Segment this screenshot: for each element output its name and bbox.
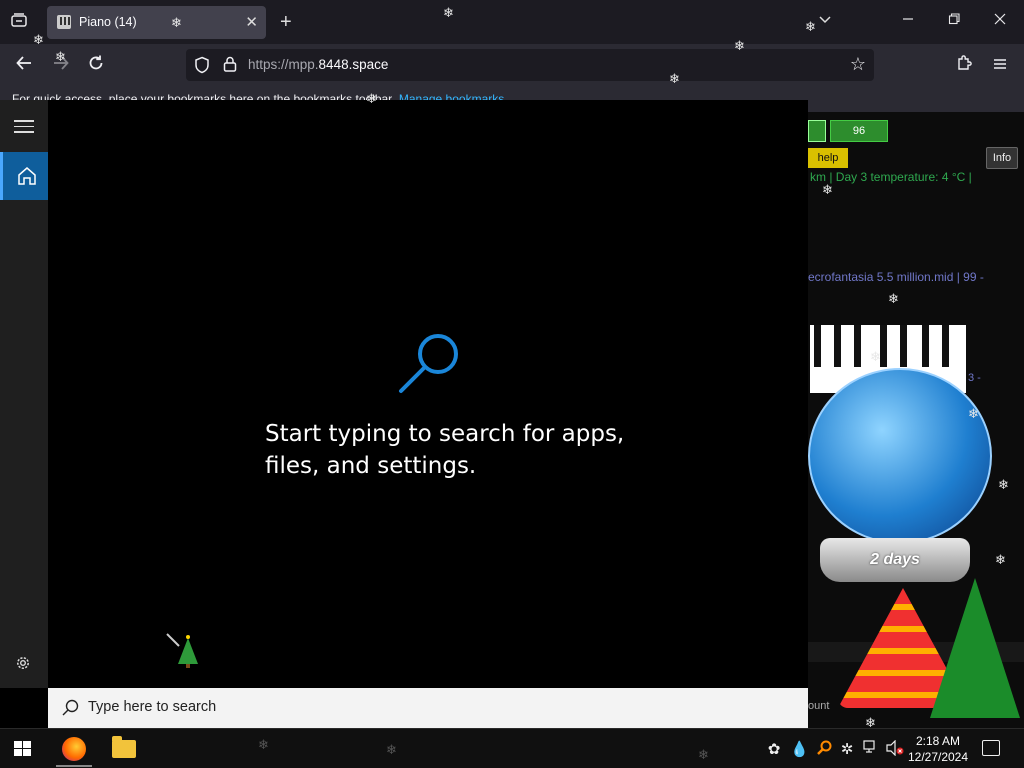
page-side-number: 3 - bbox=[968, 372, 981, 384]
clock-time: 2:18 AM bbox=[915, 734, 961, 748]
home-icon[interactable] bbox=[0, 152, 48, 200]
reload-icon[interactable] bbox=[85, 54, 107, 76]
page-info-button[interactable]: Info bbox=[986, 147, 1018, 169]
christmas-tree-cursor-icon bbox=[165, 632, 199, 668]
page-track-text: ecrofantasia 5.5 million.mid | 99 - bbox=[808, 270, 984, 284]
snow-globe-image bbox=[808, 368, 992, 544]
page-count-badge: 96 bbox=[830, 120, 888, 142]
tray-app-icon[interactable]: ✿ bbox=[765, 740, 783, 758]
close-tab-icon[interactable]: ✕ bbox=[245, 13, 258, 31]
taskbar: ✿ 💧 ✲ 2:18 AM 12/27/2024 bbox=[0, 728, 1024, 768]
minimize-icon[interactable] bbox=[898, 12, 918, 29]
taskbar-clock[interactable]: 2:18 AM 12/27/2024 bbox=[906, 733, 970, 765]
taskbar-search-box[interactable]: Type here to search bbox=[48, 688, 808, 728]
hamburger-icon[interactable] bbox=[14, 120, 34, 134]
url-text[interactable]: https://mpp.8448.space bbox=[248, 57, 388, 72]
tab-title: Piano (14) bbox=[79, 15, 137, 29]
water-drop-icon[interactable]: 💧 bbox=[790, 740, 809, 758]
settings-gear-icon[interactable] bbox=[14, 654, 32, 677]
start-search-hint: Start typing to search for apps, files, … bbox=[265, 421, 625, 479]
piano-favicon bbox=[57, 15, 71, 29]
search-tray-icon[interactable] bbox=[815, 740, 833, 760]
restore-icon[interactable] bbox=[944, 12, 964, 29]
app-menu-icon[interactable] bbox=[989, 54, 1011, 76]
firefox-icon[interactable] bbox=[62, 737, 86, 761]
page-temperature-text: km | Day 3 temperature: 4 °C | bbox=[810, 170, 972, 184]
network-icon[interactable] bbox=[862, 740, 880, 758]
notification-icon[interactable] bbox=[982, 740, 1000, 756]
search-placeholder: Type here to search bbox=[88, 699, 217, 715]
search-icon bbox=[60, 698, 80, 718]
tab-list-icon[interactable] bbox=[8, 12, 30, 32]
file-explorer-icon[interactable] bbox=[112, 736, 136, 758]
brightness-icon[interactable]: ✲ bbox=[838, 740, 856, 758]
start-menu-rail bbox=[0, 100, 48, 688]
lock-icon[interactable] bbox=[222, 55, 238, 73]
tab-bar: Piano (14) ✕ + bbox=[0, 0, 1024, 44]
forward-icon[interactable] bbox=[50, 54, 72, 76]
close-window-icon[interactable] bbox=[990, 12, 1010, 29]
volume-muted-icon[interactable] bbox=[886, 739, 904, 760]
search-illustration-icon bbox=[398, 332, 462, 394]
firefox-running-indicator bbox=[56, 765, 92, 767]
snow-globe-label: 2 days bbox=[820, 538, 970, 582]
clock-date: 12/27/2024 bbox=[907, 750, 969, 764]
shield-icon[interactable] bbox=[194, 56, 210, 74]
windows-start-icon[interactable] bbox=[14, 741, 32, 757]
url-bar[interactable]: https://mpp.8448.space ☆ bbox=[186, 49, 874, 81]
list-tabs-icon[interactable] bbox=[818, 12, 832, 28]
new-tab-icon[interactable]: + bbox=[280, 11, 292, 34]
bookmark-star-icon[interactable]: ☆ bbox=[850, 54, 866, 75]
tab-piano[interactable]: Piano (14) ✕ bbox=[47, 6, 266, 39]
start-menu: Start typing to search for apps, files, … bbox=[0, 100, 808, 728]
page-help-button[interactable]: help bbox=[808, 148, 848, 168]
back-icon[interactable] bbox=[13, 54, 35, 76]
nav-bar: https://mpp.8448.space ☆ bbox=[0, 44, 1024, 86]
page-count-label: ount bbox=[808, 700, 830, 712]
piano-page: 96 help Info km | Day 3 temperature: 4 °… bbox=[808, 112, 1024, 728]
page-green-button[interactable] bbox=[808, 120, 826, 142]
extensions-icon[interactable] bbox=[953, 54, 975, 76]
start-menu-panel: Start typing to search for apps, files, … bbox=[48, 100, 808, 688]
